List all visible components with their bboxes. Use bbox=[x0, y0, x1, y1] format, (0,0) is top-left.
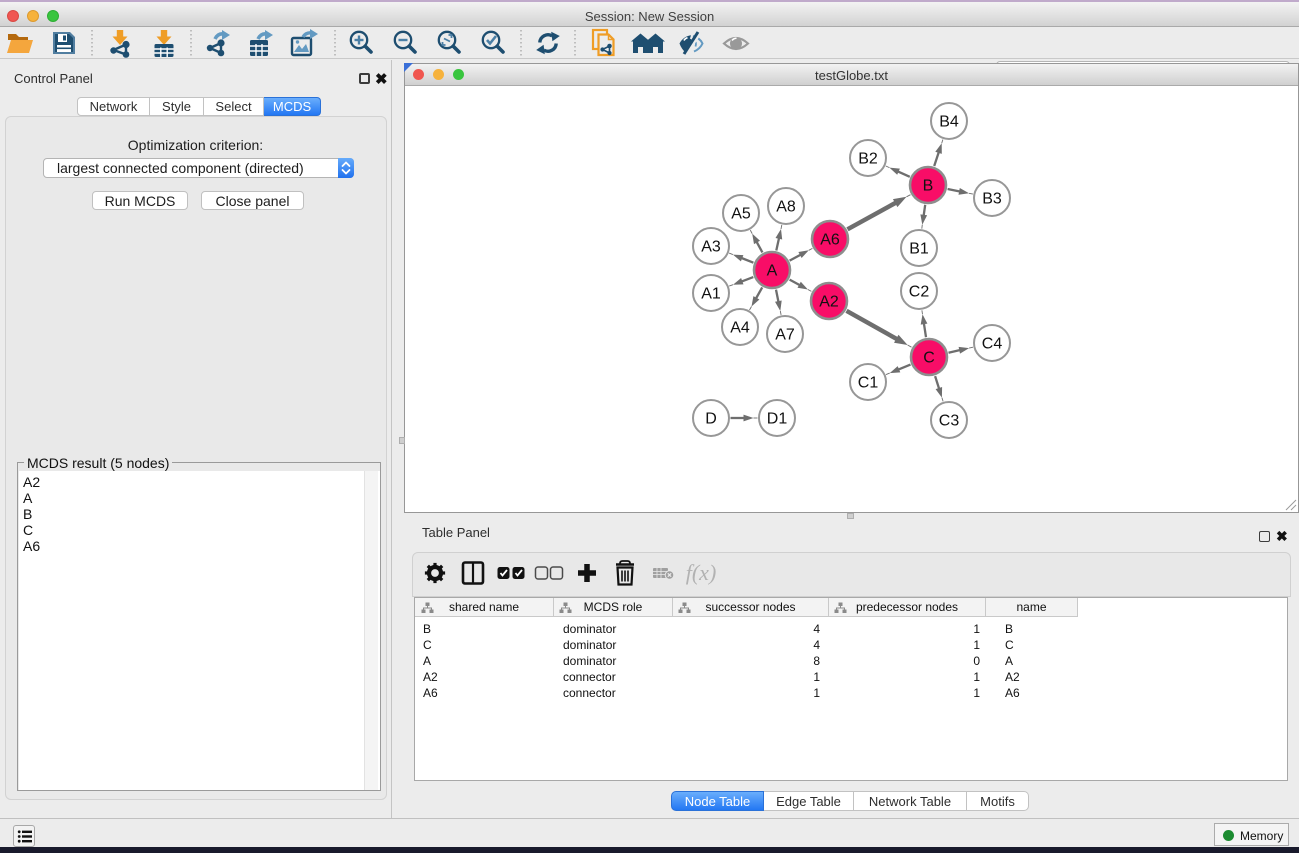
svg-text:f(x): f(x) bbox=[686, 560, 717, 585]
